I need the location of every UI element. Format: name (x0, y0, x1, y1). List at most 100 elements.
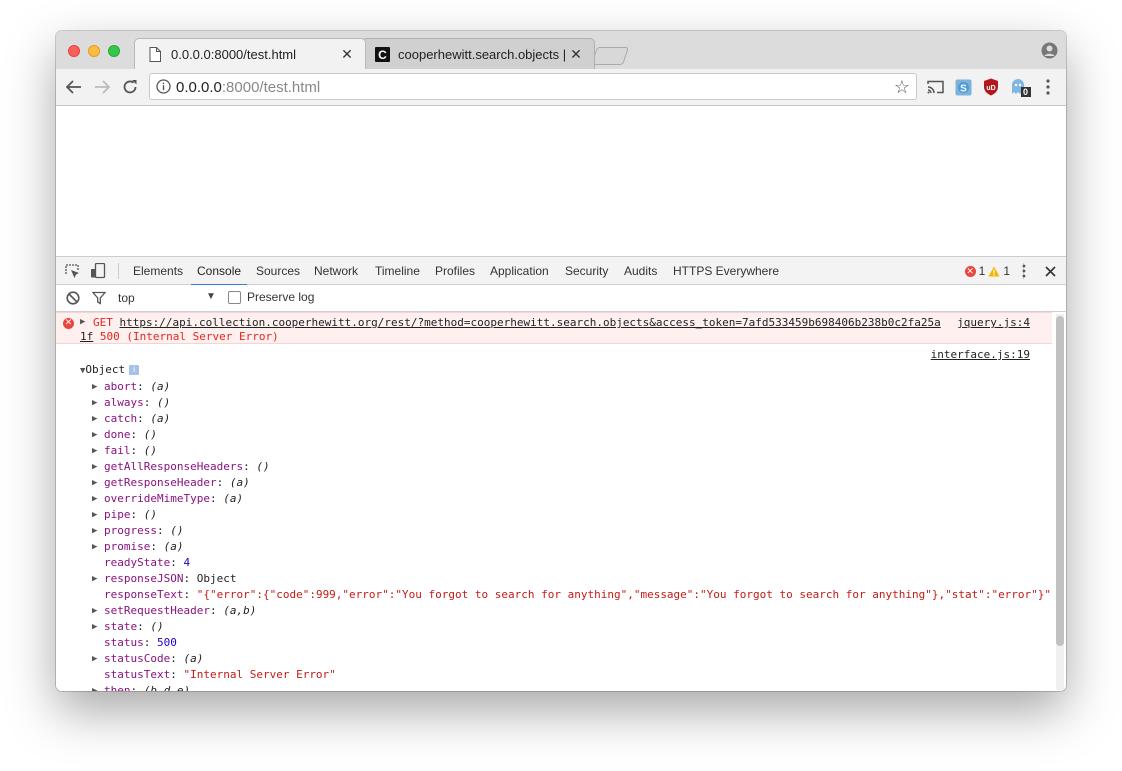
property-key: statusText (104, 668, 171, 681)
object-property-row[interactable]: ▶ then: (b,d,e) (92, 683, 1051, 691)
object-property-row[interactable]: ▶ getAllResponseHeaders: () (92, 459, 1051, 475)
property-value: (a,b) (223, 604, 257, 617)
object-property-row[interactable]: ▶ promise: (a) (92, 539, 1051, 555)
property-key: done (104, 428, 131, 441)
chevron-down-icon[interactable]: ▼ (206, 291, 216, 302)
object-property-row[interactable]: ▶ setRequestHeader: (a,b) (92, 603, 1051, 619)
expand-triangle-icon[interactable]: ▶ (92, 507, 97, 523)
close-tab-icon[interactable]: ✕ (568, 46, 584, 63)
tab-profiles[interactable]: Profiles (435, 264, 475, 278)
inspect-element-icon[interactable] (64, 263, 80, 279)
expand-triangle-icon[interactable]: ▶ (92, 459, 97, 475)
expand-triangle-icon[interactable]: ▶ (92, 683, 97, 691)
tab-security[interactable]: Security (565, 264, 608, 278)
close-window-button[interactable] (68, 45, 80, 57)
object-property-row[interactable]: ▶ abort: (a) (92, 379, 1051, 395)
object-property-row[interactable]: ▶ state: () (92, 619, 1051, 635)
tab-console[interactable]: Console (190, 264, 248, 286)
console-scrollbar[interactable] (1056, 314, 1064, 690)
expand-triangle-icon[interactable]: ▶ (92, 491, 97, 507)
expand-triangle-icon[interactable]: ▶ (92, 523, 97, 539)
toolbar-divider (118, 263, 119, 279)
expand-triangle-icon[interactable]: ▶ (92, 427, 97, 443)
object-property-row[interactable]: ▶ overrideMimeType: (a) (92, 491, 1051, 507)
object-property-row[interactable]: ▶ statusCode: (a) (92, 651, 1051, 667)
zoom-window-button[interactable] (108, 45, 120, 57)
cooper-hewitt-c-icon: C (374, 46, 390, 62)
error-source-link[interactable]: jquery.js:4 (957, 316, 1030, 329)
close-devtools-icon[interactable] (1042, 263, 1058, 279)
error-url[interactable]: https://api.collection.cooperhewitt.org/… (120, 316, 941, 329)
object-property-row[interactable]: ▶ responseJSON: Object (92, 571, 1051, 587)
property-key: responseJSON (104, 572, 184, 585)
tab-network[interactable]: Network (314, 264, 358, 278)
new-tab-button[interactable] (591, 47, 629, 65)
preserve-log-checkbox[interactable] (228, 290, 241, 304)
expand-triangle-icon[interactable]: ▶ (92, 475, 97, 491)
ghostery-icon[interactable]: 0 (1010, 78, 1032, 97)
address-bar[interactable]: 0.0.0.0:8000/test.html ☆ (149, 73, 917, 100)
tab-sources[interactable]: Sources (256, 264, 300, 278)
tab-audits[interactable]: Audits (624, 264, 657, 278)
expand-triangle-icon[interactable]: ▶ (80, 317, 85, 327)
bookmark-star-icon[interactable]: ☆ (894, 77, 910, 98)
back-arrow-icon[interactable] (65, 78, 83, 96)
property-value: () (143, 428, 157, 441)
close-tab-icon[interactable]: ✕ (339, 46, 355, 63)
error-method: GET (93, 316, 113, 329)
tab-timeline[interactable]: Timeline (375, 264, 420, 278)
property-key: status (104, 636, 144, 649)
warning-icon (988, 266, 1000, 276)
cast-icon[interactable] (926, 78, 944, 96)
tab-application[interactable]: Application (490, 264, 549, 278)
browser-tab-test[interactable]: 0.0.0.0:8000/test.html ✕ (134, 38, 366, 69)
expand-triangle-icon[interactable]: ▶ (92, 651, 97, 667)
context-select[interactable]: top (118, 291, 135, 305)
browser-tab-cooperhewitt[interactable]: C cooperhewitt.search.objects | ✕ (361, 38, 595, 69)
tab-strip: 0.0.0.0:8000/test.html ✕ C cooperhewitt.… (56, 31, 1066, 69)
property-value: (a) (223, 492, 244, 505)
info-icon[interactable]: i (129, 365, 140, 375)
object-property-row[interactable]: ▶ pipe: () (92, 507, 1051, 523)
skype-icon[interactable]: S (954, 78, 972, 96)
profile-icon[interactable] (1041, 42, 1058, 59)
object-property-row[interactable]: ▶ done: () (92, 427, 1051, 443)
object-property-row[interactable]: ▶ always: () (92, 395, 1051, 411)
reload-icon[interactable] (121, 78, 139, 96)
preserve-log-toggle[interactable]: Preserve log (228, 290, 314, 304)
menu-dots-icon[interactable] (1039, 78, 1057, 96)
expand-triangle-icon[interactable]: ▶ (92, 571, 97, 587)
expand-triangle-icon[interactable]: ▶ (92, 411, 97, 427)
expand-triangle-icon[interactable]: ▶ (92, 379, 97, 395)
browser-window: 0.0.0.0:8000/test.html ✕ C cooperhewitt.… (56, 31, 1066, 691)
minimize-window-button[interactable] (88, 45, 100, 57)
tab-elements[interactable]: Elements (133, 264, 183, 278)
ghostery-badge: 0 (1023, 87, 1029, 97)
ublock-icon[interactable]: uD (982, 78, 1000, 96)
device-toolbar-icon[interactable] (90, 263, 106, 279)
log-source-link[interactable]: interface.js:19 (931, 348, 1030, 361)
clear-console-icon[interactable] (65, 290, 81, 306)
issue-counts[interactable]: ✕ 1 1 (964, 264, 1010, 278)
expand-triangle-icon[interactable]: ▶ (92, 539, 97, 555)
tab-https-everywhere[interactable]: HTTPS Everywhere (673, 264, 779, 278)
property-value: "{"error":{"code":999,"error":"You forgo… (196, 588, 1052, 601)
expand-triangle-icon[interactable]: ▶ (92, 395, 97, 411)
site-info-icon[interactable] (156, 79, 171, 94)
property-key: overrideMimeType (104, 492, 210, 505)
object-header[interactable]: ▼Object i (80, 363, 140, 376)
tab-title: cooperhewitt.search.objects | (398, 46, 567, 62)
forward-arrow-icon[interactable] (93, 78, 111, 96)
expand-triangle-icon[interactable]: ▶ (92, 443, 97, 459)
filter-icon[interactable] (91, 290, 107, 306)
object-property-row[interactable]: ▶ progress: () (92, 523, 1051, 539)
object-property-row: statusText: "Internal Server Error" (104, 668, 336, 681)
scrollbar-thumb[interactable] (1056, 316, 1064, 646)
expand-triangle-icon[interactable]: ▶ (92, 619, 97, 635)
object-property-row[interactable]: ▶ getResponseHeader: (a) (92, 475, 1051, 491)
error-url-continued[interactable]: 1f (80, 330, 93, 343)
object-property-row[interactable]: ▶ catch: (a) (92, 411, 1051, 427)
object-property-row[interactable]: ▶ fail: () (92, 443, 1051, 459)
expand-triangle-icon[interactable]: ▶ (92, 603, 97, 619)
devtools-menu-icon[interactable] (1016, 263, 1032, 279)
